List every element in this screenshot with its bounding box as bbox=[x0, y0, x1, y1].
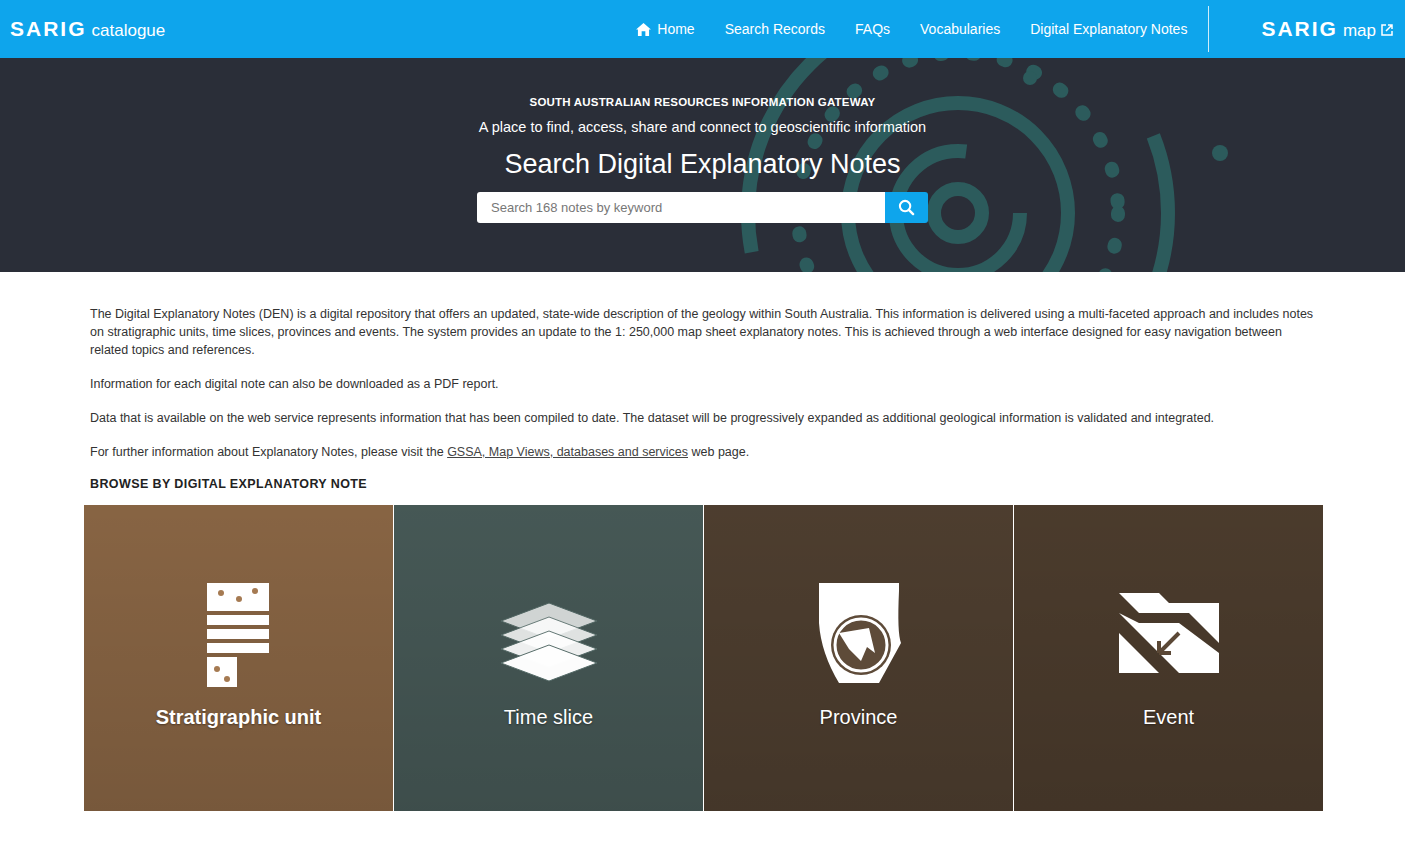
nav-item[interactable]: Search Records bbox=[710, 21, 840, 37]
search-icon bbox=[898, 199, 915, 216]
fault-fold-icon bbox=[1119, 583, 1219, 688]
search-button[interactable] bbox=[885, 192, 928, 223]
browse-tile[interactable]: Time slice bbox=[394, 505, 703, 811]
south-australia-map-icon bbox=[809, 583, 909, 688]
browse-tiles: Stratigraphic unit Time slice Province Even… bbox=[84, 505, 1323, 811]
further-info: For further information about Explanator… bbox=[84, 443, 1323, 461]
browse-heading: BROWSE BY DIGITAL EXPLANATORY NOTE bbox=[84, 477, 1323, 491]
home-icon bbox=[636, 23, 651, 36]
external-link-icon bbox=[1381, 24, 1393, 36]
hero-title: Search Digital Explanatory Notes bbox=[504, 149, 900, 180]
nav-item[interactable]: Home bbox=[621, 21, 709, 37]
map-link[interactable]: SARIGmap bbox=[1221, 17, 1397, 41]
intro-paragraph: Data that is available on the web servic… bbox=[84, 409, 1323, 427]
layers-icon bbox=[499, 583, 599, 688]
hero-kicker: SOUTH AUSTRALIAN RESOURCES INFORMATION G… bbox=[530, 96, 876, 108]
search-bar bbox=[477, 192, 928, 223]
intro-paragraph: The Digital Explanatory Notes (DEN) is a… bbox=[84, 305, 1323, 359]
nav-item[interactable]: Vocabularies bbox=[905, 21, 1015, 37]
main-nav: HomeSearch RecordsFAQsVocabulariesDigita… bbox=[621, 0, 1397, 58]
strata-column-icon bbox=[189, 583, 289, 688]
search-input[interactable] bbox=[477, 192, 885, 223]
top-bar: SARIGcatalogue HomeSearch RecordsFAQsVoca… bbox=[0, 0, 1405, 58]
nav-item[interactable]: Digital Explanatory Notes bbox=[1015, 21, 1202, 37]
logo[interactable]: SARIGcatalogue bbox=[10, 17, 165, 41]
gssa-link[interactable]: GSSA, Map Views, databases and services bbox=[447, 445, 688, 459]
nav-item[interactable]: FAQs bbox=[840, 21, 905, 37]
intro-paragraph: Information for each digital note can al… bbox=[84, 375, 1323, 393]
tile-label: Province bbox=[820, 706, 898, 729]
hero-tagline: A place to find, access, share and conne… bbox=[479, 119, 926, 135]
browse-tile[interactable]: Province bbox=[704, 505, 1013, 811]
browse-tile[interactable]: Stratigraphic unit bbox=[84, 505, 393, 811]
page: SARIGcatalogue HomeSearch RecordsFAQsVoca… bbox=[0, 0, 1405, 841]
tile-label: Event bbox=[1143, 706, 1194, 729]
browse-tile[interactable]: Event bbox=[1014, 505, 1323, 811]
tile-label: Time slice bbox=[504, 706, 593, 729]
content: The Digital Explanatory Notes (DEN) is a… bbox=[84, 272, 1323, 811]
hero: SOUTH AUSTRALIAN RESOURCES INFORMATION G… bbox=[0, 58, 1405, 272]
nav-divider bbox=[1208, 6, 1209, 52]
tile-label: Stratigraphic unit bbox=[156, 706, 322, 729]
